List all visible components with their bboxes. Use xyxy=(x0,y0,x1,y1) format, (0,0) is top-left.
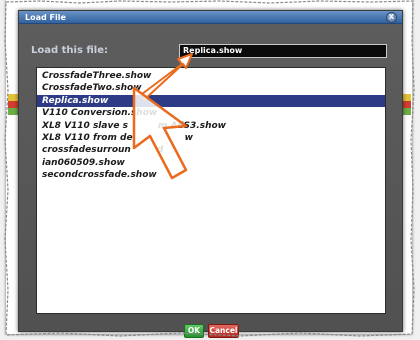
file-list[interactable]: CrossfadeThree.show CrossfadeTwo.show Repl… xyxy=(36,67,386,314)
file-list-item[interactable]: secondcrossfade.show xyxy=(37,169,385,181)
file-name-text: ian060509.show xyxy=(42,157,125,168)
file-name-text: secondcrossfade.show xyxy=(42,170,157,181)
file-list-item[interactable]: V110 Conversion.show xyxy=(37,107,385,119)
background-app-strip xyxy=(403,101,411,108)
background-app-strip xyxy=(403,94,411,101)
dialog-body: Load this file: Replica.show CrossfadeTh… xyxy=(19,24,402,338)
file-list-item[interactable]: Replica.show xyxy=(37,94,385,108)
file-name-text: XL8 V110 from de xyxy=(42,132,133,143)
file-name-text: CrossfadeTwo.show xyxy=(42,83,142,94)
cancel-button[interactable]: Cancel xyxy=(208,324,239,338)
file-name-tail: d xyxy=(156,145,164,156)
file-name-text: CrossfadeThree.show xyxy=(42,71,152,81)
file-name-tail: m AES3.show xyxy=(157,120,226,131)
dialog-title: Load File xyxy=(25,13,66,22)
load-file-label: Load this file: xyxy=(31,45,109,56)
ok-button[interactable]: OK xyxy=(184,324,204,338)
file-list-item[interactable]: CrossfadeThree.show xyxy=(37,70,385,82)
file-list-item[interactable]: XL8 V110 from de w xyxy=(37,132,385,144)
file-name-text: XL8 V110 slave s xyxy=(42,120,128,131)
file-name-tail: w xyxy=(184,132,193,143)
close-icon: X xyxy=(388,13,395,21)
load-file-dialog: Load File X Load this file: Replica.show… xyxy=(18,10,403,338)
file-list-item[interactable]: XL8 V110 slave s m AES3.show xyxy=(37,120,385,132)
dialog-titlebar[interactable]: Load File X xyxy=(19,11,402,24)
file-name-input[interactable]: Replica.show xyxy=(179,44,387,58)
file-list-item[interactable]: crossfadesurroun d xyxy=(37,144,385,156)
file-name-text: crossfadesurroun xyxy=(42,145,131,156)
screenshot-stage: Load File X Load this file: Replica.show… xyxy=(0,0,420,340)
file-list-item[interactable]: ian060509.show xyxy=(37,157,385,169)
close-button[interactable]: X xyxy=(386,12,397,23)
background-app-strip xyxy=(403,108,411,115)
file-list-item[interactable]: CrossfadeTwo.show xyxy=(37,82,385,94)
file-name-text: V110 Conversion.show xyxy=(42,108,158,119)
file-name-text: Replica.show xyxy=(42,95,109,106)
